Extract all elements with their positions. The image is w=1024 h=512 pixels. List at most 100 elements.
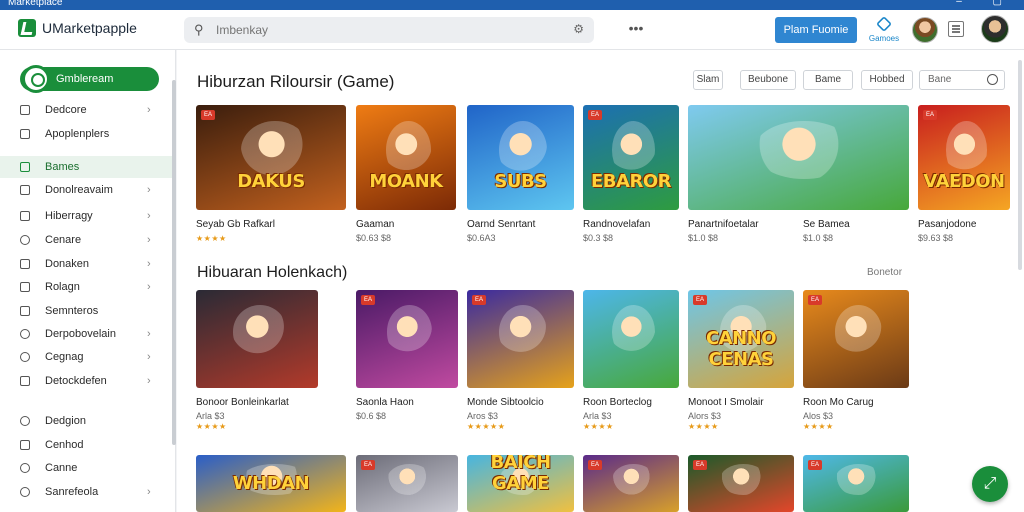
game-card[interactable]: Bonoor Bonleinkarlat Arla $3 ★★★★ bbox=[196, 290, 318, 432]
sidebar-item[interactable]: Rolagn › bbox=[0, 276, 172, 298]
floating-action-button[interactable]: ⤢ bbox=[972, 466, 1008, 502]
game-thumbnail[interactable]: EA CANNO CENAS bbox=[688, 290, 794, 388]
app-logo[interactable]: UMarketpapple bbox=[18, 19, 137, 37]
game-price: $0.6A3 bbox=[467, 233, 496, 243]
sidebar-item-label: Detockdefen bbox=[45, 375, 107, 387]
sidebar-item[interactable]: Donaken › bbox=[0, 253, 172, 275]
game-card[interactable]: WHDAN bbox=[196, 455, 346, 512]
sidebar-item[interactable]: Donolreavaim › bbox=[0, 179, 172, 201]
game-card[interactable]: EA CANNO CENAS Monoot I Smolair Alors $3 ★★★… bbox=[688, 290, 794, 432]
filter-chip[interactable]: Slam bbox=[693, 70, 723, 90]
clock-icon[interactable] bbox=[987, 74, 998, 85]
see-all-link[interactable]: Bonetor bbox=[867, 267, 902, 278]
game-thumbnail[interactable] bbox=[583, 290, 679, 388]
sidebar-item-label: Hiberragy bbox=[45, 210, 93, 222]
game-card[interactable]: EA VAEDON Pasanjodone $9.63 $8 bbox=[918, 105, 1010, 254]
sidebar-item[interactable]: Apoplenplers bbox=[0, 123, 172, 145]
game-thumbnail[interactable]: BAICH GAME bbox=[467, 455, 574, 512]
game-title: Monoot I Smolair bbox=[688, 397, 764, 408]
game-card[interactable]: EA DAKUS Seyab Gb Rafkarl ★★★★ bbox=[196, 105, 346, 254]
game-price: $0.3 $8 bbox=[583, 233, 614, 243]
sidebar-item[interactable]: Cegnag › bbox=[0, 346, 172, 368]
more-options-button[interactable]: ••• bbox=[622, 20, 650, 40]
game-thumbnail[interactable]: EA bbox=[583, 455, 679, 512]
game-logo-text: VAEDON bbox=[923, 171, 1005, 192]
game-thumbnail[interactable]: EA bbox=[356, 290, 458, 388]
sidebar-item[interactable]: Cenare › bbox=[0, 229, 172, 251]
rating-stars: ★★★★ bbox=[196, 234, 227, 243]
game-logo-text: EBAROR bbox=[591, 171, 671, 192]
game-thumbnail[interactable]: EA DAKUS bbox=[196, 105, 346, 210]
sidebar-item[interactable]: Canne bbox=[0, 457, 172, 479]
sidebar-item[interactable]: Dedgion bbox=[0, 410, 172, 432]
rating-stars: ★★★★ bbox=[583, 422, 614, 431]
game-thumbnail[interactable]: EA bbox=[803, 290, 909, 388]
filter-chip[interactable]: Bame bbox=[803, 70, 853, 90]
game-title: Gaaman bbox=[356, 219, 395, 230]
list-icon[interactable] bbox=[948, 21, 964, 37]
character-art bbox=[499, 304, 548, 359]
chevron-right-icon: › bbox=[147, 234, 151, 246]
game-thumbnail[interactable]: MOANK bbox=[356, 105, 456, 210]
character-art bbox=[499, 120, 548, 179]
ea-badge: EA bbox=[693, 295, 707, 305]
profile-avatar[interactable] bbox=[981, 15, 1009, 43]
voice-search-icon[interactable]: ⚙ bbox=[573, 22, 584, 36]
game-card[interactable]: SUBS Oarnd Senrtant $0.6A3 bbox=[467, 105, 574, 254]
sidebar-item[interactable]: Detockdefen › bbox=[0, 370, 172, 392]
game-card[interactable]: EA bbox=[803, 455, 909, 512]
sidebar-item[interactable]: Semnteros bbox=[0, 300, 172, 322]
chevron-right-icon: › bbox=[147, 104, 151, 116]
download-icon bbox=[20, 185, 30, 195]
character-art bbox=[241, 120, 309, 179]
game-thumbnail[interactable]: WHDAN bbox=[196, 455, 346, 512]
game-card[interactable]: EA Roon Mo Carug Alos $3 ★★★★ bbox=[803, 290, 909, 432]
game-title: Randnovelafan bbox=[583, 219, 651, 230]
sidebar-item[interactable]: Derpobovelain › bbox=[0, 323, 172, 345]
game-price: Alos $3 bbox=[803, 411, 834, 421]
sidebar-scrollbar[interactable] bbox=[172, 80, 176, 445]
section-title: Hibuaran Holenkach) bbox=[197, 264, 348, 281]
store-button[interactable]: Gamoes bbox=[866, 15, 902, 47]
sidebar-primary-button[interactable]: Gmbleream bbox=[20, 65, 159, 93]
game-thumbnail[interactable]: EA bbox=[467, 290, 574, 388]
game-thumbnail[interactable]: EA VAEDON bbox=[918, 105, 1010, 210]
window-controls[interactable]: – ▢ bbox=[956, 0, 1016, 7]
game-thumbnail[interactable]: EA EBAROR bbox=[583, 105, 679, 210]
avatar[interactable] bbox=[912, 17, 938, 43]
game-card[interactable]: EA bbox=[583, 455, 679, 512]
game-thumbnail[interactable]: EA bbox=[688, 455, 794, 512]
sidebar-item-label: Dedgion bbox=[45, 415, 86, 427]
filter-search-field[interactable]: Bane bbox=[919, 70, 1005, 90]
sidebar-item[interactable]: Cenhod bbox=[0, 434, 172, 456]
game-title: Pasanjodone bbox=[918, 219, 977, 230]
sidebar-item[interactable]: Sanrefeola › bbox=[0, 481, 172, 503]
game-card[interactable]: Roon Borteclog Arla $3 ★★★★ bbox=[583, 290, 679, 432]
game-card[interactable]: BAICH GAME bbox=[467, 455, 574, 512]
library-icon bbox=[20, 211, 30, 221]
ea-badge: EA bbox=[361, 295, 375, 305]
game-thumbnail[interactable]: EA bbox=[803, 455, 909, 512]
game-card[interactable]: EA bbox=[356, 455, 458, 512]
filter-chip[interactable]: Beubone bbox=[740, 70, 796, 90]
game-card[interactable]: EA Saonla Haon $0.6 $8 bbox=[356, 290, 458, 432]
filter-chip[interactable]: Hobbed bbox=[861, 70, 913, 90]
sidebar-item-label: Semnteros bbox=[45, 305, 99, 317]
primary-action-button[interactable]: Plam Fuomie bbox=[775, 17, 857, 43]
app-name: UMarketpapple bbox=[42, 20, 137, 36]
game-card[interactable]: EA bbox=[688, 455, 794, 512]
search-bar[interactable]: ⚲ ⚙ bbox=[184, 17, 594, 43]
sidebar-item[interactable]: Hiberragy › bbox=[0, 205, 172, 227]
game-thumbnail[interactable]: SUBS bbox=[467, 105, 574, 210]
game-card[interactable]: Se Bamea $1.0 $8 bbox=[803, 105, 909, 254]
game-card[interactable]: MOANK Gaaman $0.63 $8 bbox=[356, 105, 456, 254]
game-card[interactable]: EA EBAROR Randnovelafan $0.3 $8 bbox=[583, 105, 679, 254]
search-input[interactable] bbox=[216, 22, 546, 38]
game-thumbnail[interactable]: EA bbox=[356, 455, 458, 512]
sidebar-item[interactable]: Dedcore › bbox=[0, 99, 172, 121]
main-scrollbar[interactable] bbox=[1018, 60, 1022, 270]
sidebar-item-label: Bames bbox=[45, 161, 80, 173]
game-thumbnail[interactable] bbox=[196, 290, 318, 388]
game-card[interactable]: EA Monde Sibtoolcio Aros $3 ★★★★★ bbox=[467, 290, 574, 432]
sidebar-item[interactable]: Bames bbox=[0, 156, 172, 178]
